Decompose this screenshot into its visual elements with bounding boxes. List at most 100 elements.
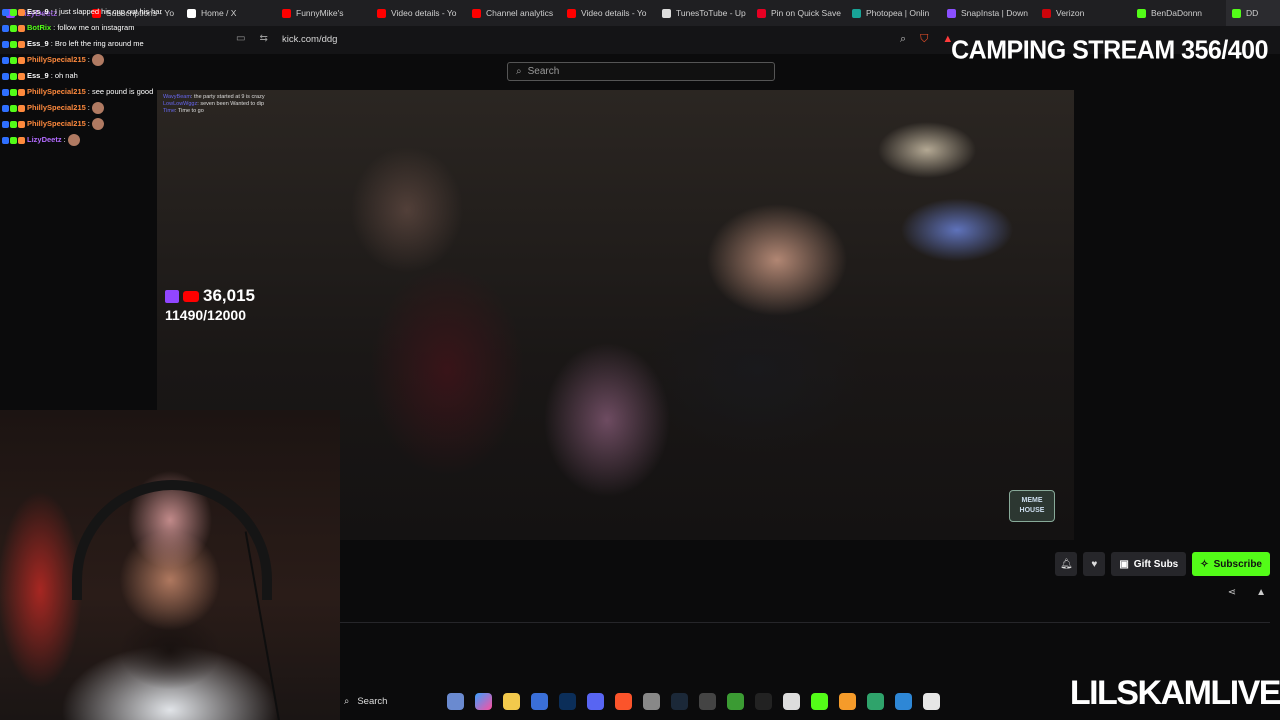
tab-favicon [1232, 8, 1241, 18]
notepad-icon[interactable] [783, 692, 800, 710]
chat-username[interactable]: LizyDeetz [27, 132, 62, 148]
tab-label: Photopea | Onlin [866, 8, 930, 18]
viewer-counter: 36,015 11490/12000 [165, 286, 255, 323]
browser-tab[interactable]: Pin on Quick Save [751, 0, 846, 26]
star-icon: ✧ [1200, 558, 1209, 570]
chat-badges [2, 120, 25, 128]
capcut-icon[interactable] [755, 692, 772, 710]
badge-icon [18, 72, 25, 80]
twitch-icon [165, 289, 179, 303]
badge-icon [2, 136, 9, 144]
bell-icon: 🔔︎ [1059, 558, 1073, 570]
badge-icon [10, 72, 17, 80]
photos-icon[interactable] [895, 692, 912, 710]
fl-studio-icon[interactable] [839, 692, 856, 710]
chat-text: : I just slapped his cup out his hand sk… [50, 7, 162, 16]
heart-icon: ♥ [1091, 558, 1098, 570]
chrome-icon[interactable] [643, 692, 660, 710]
video-chat-user: WavyBeam [163, 94, 191, 100]
subscribe-button[interactable]: ✧ Subscribe [1192, 552, 1270, 576]
kick-app-icon[interactable] [811, 692, 828, 710]
chat-username[interactable]: BotRix [27, 20, 51, 36]
tune-icon[interactable]: ⇆ [259, 33, 267, 44]
chat-username[interactable]: Ess_9 [27, 36, 49, 52]
report-icon[interactable]: ▲ [1256, 587, 1266, 598]
sheets-icon[interactable] [867, 692, 884, 710]
browser-tab[interactable]: Verizon [1036, 0, 1131, 26]
chat-username[interactable]: PhillySpecial215 [27, 84, 86, 100]
chat-username[interactable]: PhillySpecial215 [27, 116, 86, 132]
document-icon[interactable] [923, 692, 940, 710]
chat-badges [2, 136, 25, 144]
tab-favicon [187, 8, 196, 18]
subscribe-label: Subscribe [1213, 558, 1262, 570]
emote-icon [91, 102, 104, 114]
chat-message: Ess_9: I just slapped his cup out his ha… [2, 4, 162, 20]
chat-username[interactable]: PhillySpecial215 [27, 52, 86, 68]
video-chat-line: Time: Time to go [163, 108, 204, 114]
browser-tab[interactable]: Photopea | Onlin [846, 0, 941, 26]
badge-icon [2, 40, 9, 48]
bookmark-icon[interactable]: ▭ [236, 33, 245, 44]
badge-icon [2, 120, 9, 128]
badge-icon [2, 56, 9, 64]
gift-subs-button[interactable]: ▣ Gift Subs [1111, 552, 1187, 576]
chat-message: PhillySpecial215: [2, 52, 162, 68]
file-explorer-icon[interactable] [503, 692, 520, 710]
taskbar-search[interactable]: ⌕ Search [336, 696, 436, 707]
brave-shield-icon[interactable]: ⛉ [920, 33, 928, 46]
badge-icon [18, 8, 25, 16]
address-left-icons: ▭ ⇆ [236, 33, 268, 44]
store-icon[interactable] [531, 692, 548, 710]
follow-button[interactable]: ♥ [1083, 552, 1106, 576]
search-icon: ⌕ [344, 695, 350, 707]
browser-tab[interactable]: TunesToTube - Up [656, 0, 751, 26]
browser-tab[interactable]: FunnyMike's [276, 0, 371, 26]
badge-icon [10, 56, 17, 64]
browser-tab[interactable]: Video details - Yo [561, 0, 656, 26]
chat-username[interactable]: Ess_9 [27, 4, 49, 20]
tab-label: SnapInsta | Down [961, 8, 1028, 18]
browser-tab[interactable]: Channel analytics [466, 0, 561, 26]
widgets-icon[interactable] [447, 692, 464, 710]
share-icon[interactable]: ⋖ [1228, 587, 1236, 598]
badge-icon [18, 88, 25, 96]
url-field[interactable]: kick.com/ddg [282, 34, 337, 45]
chat-badges [2, 24, 25, 32]
badge-icon [18, 56, 25, 64]
chat-username[interactable]: Ess_9 [27, 68, 49, 84]
steam-icon[interactable] [671, 692, 688, 710]
tab-favicon [662, 8, 671, 18]
stream-chat: Ess_9: I just slapped his cup out his ha… [2, 4, 162, 148]
browser-tab[interactable]: SnapInsta | Down [941, 0, 1036, 26]
zoom-icon[interactable]: ⌕ [900, 33, 906, 46]
browser-tab[interactable]: Video details - Yo [371, 0, 466, 26]
tab-favicon [1042, 8, 1051, 18]
browser-tab[interactable]: Home / X [181, 0, 276, 26]
photoshop-icon[interactable] [559, 692, 576, 710]
tab-label: Home / X [201, 8, 237, 18]
badge-icon [10, 136, 17, 144]
chat-text: : [87, 119, 90, 128]
windows-taskbar: ⌕ Search [336, 688, 986, 714]
badge-icon [10, 88, 17, 96]
discord-icon[interactable] [587, 692, 604, 710]
browser-tab[interactable]: BenDaDonnn [1131, 0, 1226, 26]
chat-username[interactable]: PhillySpecial215 [27, 100, 86, 116]
brave-icon[interactable] [615, 692, 632, 710]
site-search[interactable]: ⌕ Search [507, 62, 775, 81]
notification-bell-button[interactable]: 🔔︎ [1055, 552, 1078, 576]
tab-label: Verizon [1056, 8, 1085, 18]
badge-icon [2, 88, 9, 96]
chat-text: : Bro left the ring around me [50, 39, 144, 48]
meme-house-watermark: MEME HOUSE [1009, 490, 1055, 522]
tab-favicon [947, 8, 956, 18]
video-chat-user: Time [163, 108, 176, 114]
app-icon[interactable] [699, 692, 716, 710]
browser-tab[interactable]: DD [1226, 0, 1280, 26]
xbox-icon[interactable] [727, 692, 744, 710]
copilot-icon[interactable] [475, 692, 492, 710]
chat-badges [2, 8, 25, 16]
streamer-webcam [0, 410, 340, 720]
tab-label: Video details - Yo [581, 8, 647, 18]
